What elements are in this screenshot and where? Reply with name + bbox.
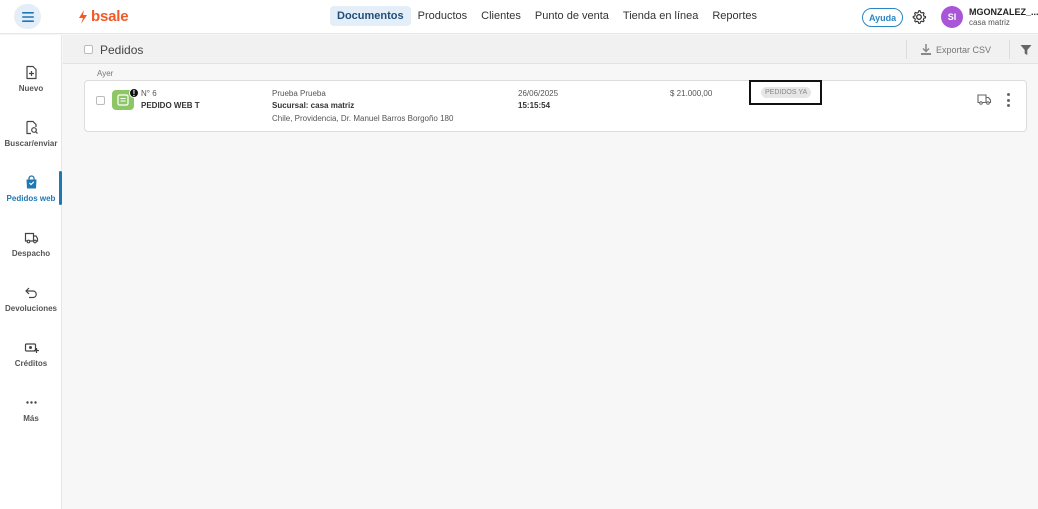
shopping-bag-icon — [26, 175, 36, 189]
order-number: N° 6 — [141, 89, 157, 98]
bsale-logo[interactable]: bsale — [78, 8, 129, 25]
date-group-label: Ayer — [97, 69, 114, 78]
export-csv-label: Exportar CSV — [936, 44, 992, 55]
table-row[interactable]: ! N° 6 PEDIDO WEB T Prueba Prueba Sucurs… — [84, 80, 1027, 132]
nav-reportes[interactable]: Reportes — [705, 6, 764, 26]
help-button[interactable]: Ayuda — [862, 8, 904, 27]
delivery-address: Chile, Providencia, Dr. Manuel Barros Bo… — [272, 114, 454, 123]
row-checkbox[interactable] — [96, 96, 105, 105]
order-amount: $ 21.000,00 — [670, 89, 713, 98]
credit-icon — [24, 343, 39, 353]
sidebar-item-label: Despacho — [11, 249, 51, 258]
order-type: PEDIDO WEB T — [141, 101, 200, 110]
sidebar-item-mas[interactable]: Más — [0, 391, 62, 441]
return-arrow-icon — [24, 287, 37, 299]
page-header: Pedidos Exportar CSV — [63, 35, 1038, 64]
sidebar-item-label: Nuevo — [18, 84, 44, 93]
nav-clientes[interactable]: Clientes — [474, 6, 528, 26]
more-dots-icon — [25, 401, 37, 404]
sidebar-item-creditos[interactable]: Créditos — [0, 336, 62, 386]
more-options-icon[interactable] — [1003, 92, 1013, 108]
search-document-icon — [25, 120, 38, 135]
truck-icon[interactable] — [977, 93, 992, 106]
sidebar-item-label: Más — [23, 414, 39, 423]
order-time: 15:15:54 — [518, 101, 551, 110]
gear-icon[interactable] — [911, 9, 927, 25]
sidebar: Nuevo Buscar/enviar Pedidos web Despacho… — [0, 35, 62, 509]
sidebar-item-label: Pedidos web — [6, 194, 56, 203]
menu-icon[interactable] — [14, 4, 41, 29]
main-nav: Documentos Productos Clientes Punto de v… — [330, 6, 764, 26]
alert-icon: ! — [129, 88, 139, 98]
export-csv-button[interactable]: Exportar CSV — [921, 44, 991, 55]
nav-punto-de-venta[interactable]: Punto de venta — [528, 6, 616, 26]
sidebar-item-pedidos-web[interactable]: Pedidos web — [0, 171, 62, 221]
order-date: 26/06/2025 — [518, 89, 559, 98]
user-name[interactable]: MGONZALEZ_... — [969, 7, 1038, 17]
user-branch: casa matriz — [969, 18, 1010, 27]
truck-icon — [24, 232, 38, 244]
client-name: Prueba Prueba — [272, 89, 326, 98]
sidebar-item-label: Devoluciones — [4, 304, 57, 313]
nav-documentos[interactable]: Documentos — [330, 6, 411, 26]
sidebar-item-nuevo[interactable]: Nuevo — [0, 61, 62, 111]
divider — [1009, 40, 1010, 59]
sidebar-item-label: Buscar/enviar — [4, 139, 58, 148]
sidebar-item-devoluciones[interactable]: Devoluciones — [0, 281, 62, 331]
page-title: Pedidos — [100, 43, 144, 57]
sidebar-item-label: Créditos — [14, 359, 48, 368]
channel-badge: PEDIDOS YA — [761, 87, 812, 98]
nav-productos[interactable]: Productos — [411, 6, 475, 26]
sidebar-item-despacho[interactable]: Despacho — [0, 226, 62, 276]
bsale-logo-icon — [79, 9, 87, 24]
select-all-checkbox[interactable] — [84, 45, 93, 54]
avatar[interactable]: SI — [941, 6, 963, 28]
filter-icon[interactable] — [1020, 44, 1032, 56]
divider — [906, 40, 907, 59]
nav-tienda-en-linea[interactable]: Tienda en línea — [616, 6, 705, 26]
new-document-icon — [25, 65, 37, 80]
branch-name: Sucursal: casa matriz — [272, 101, 355, 110]
logo-text: bsale — [91, 8, 129, 25]
sidebar-item-buscar-enviar[interactable]: Buscar/enviar — [0, 116, 62, 166]
download-icon — [921, 44, 931, 55]
top-bar: bsale Documentos Productos Clientes Punt… — [0, 0, 1038, 34]
